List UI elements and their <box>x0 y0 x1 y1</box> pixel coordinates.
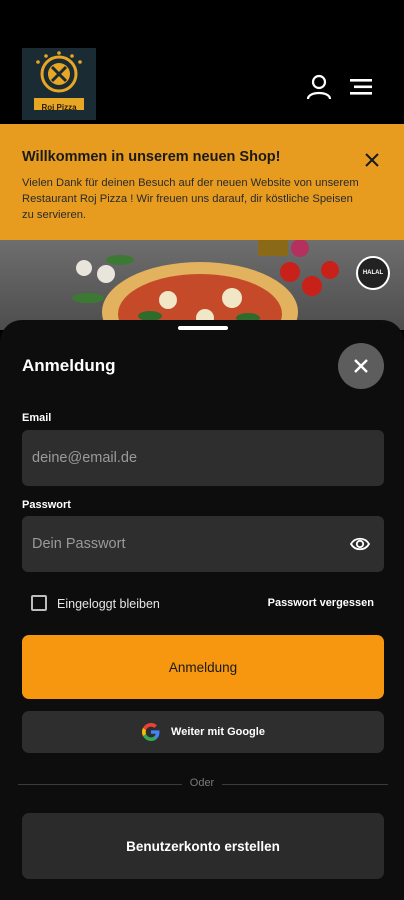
create-account-label: Benutzerkonto erstellen <box>126 838 280 854</box>
app-header: Roj Pizza <box>0 0 404 124</box>
login-sheet: Anmeldung Email Passwort Eingeloggt blei… <box>0 320 404 900</box>
remember-checkbox[interactable] <box>31 595 47 611</box>
divider-label: Oder <box>0 777 404 789</box>
remember-label[interactable]: Eingeloggt bleiben <box>57 597 160 611</box>
login-button[interactable]: Anmeldung <box>22 635 384 699</box>
google-button-label: Weiter mit Google <box>171 726 265 738</box>
banner-title: Willkommen in unserem neuen Shop! <box>22 149 281 165</box>
banner-text: Vielen Dank für deinen Besuch auf der ne… <box>22 177 359 221</box>
halal-badge: HALAL <box>356 256 390 290</box>
close-icon <box>354 359 368 373</box>
forgot-password-link[interactable]: Passwort vergessen <box>268 597 374 609</box>
email-field[interactable] <box>22 430 384 486</box>
hamburger-menu-icon[interactable] <box>349 74 375 100</box>
user-icon[interactable] <box>306 74 332 100</box>
restaurant-logo[interactable]: Roj Pizza <box>22 48 96 120</box>
hero-image: HALAL <box>0 240 404 330</box>
login-button-label: Anmeldung <box>168 659 238 675</box>
email-label: Email <box>22 412 52 424</box>
sheet-title: Anmeldung <box>22 356 116 375</box>
pizza-photo <box>72 240 339 330</box>
drag-handle[interactable] <box>178 326 228 330</box>
password-label: Passwort <box>22 499 71 511</box>
google-icon <box>142 723 160 741</box>
close-sheet-button[interactable] <box>338 343 384 389</box>
show-password-icon[interactable] <box>349 533 371 555</box>
create-account-button[interactable]: Benutzerkonto erstellen <box>22 813 384 879</box>
google-signin-button[interactable]: Weiter mit Google <box>22 711 384 753</box>
close-icon[interactable] <box>364 152 380 168</box>
password-field[interactable] <box>22 516 384 572</box>
logo-text: Roj Pizza <box>41 103 77 112</box>
welcome-banner: Willkommen in unserem neuen Shop! Vielen… <box>0 124 404 240</box>
